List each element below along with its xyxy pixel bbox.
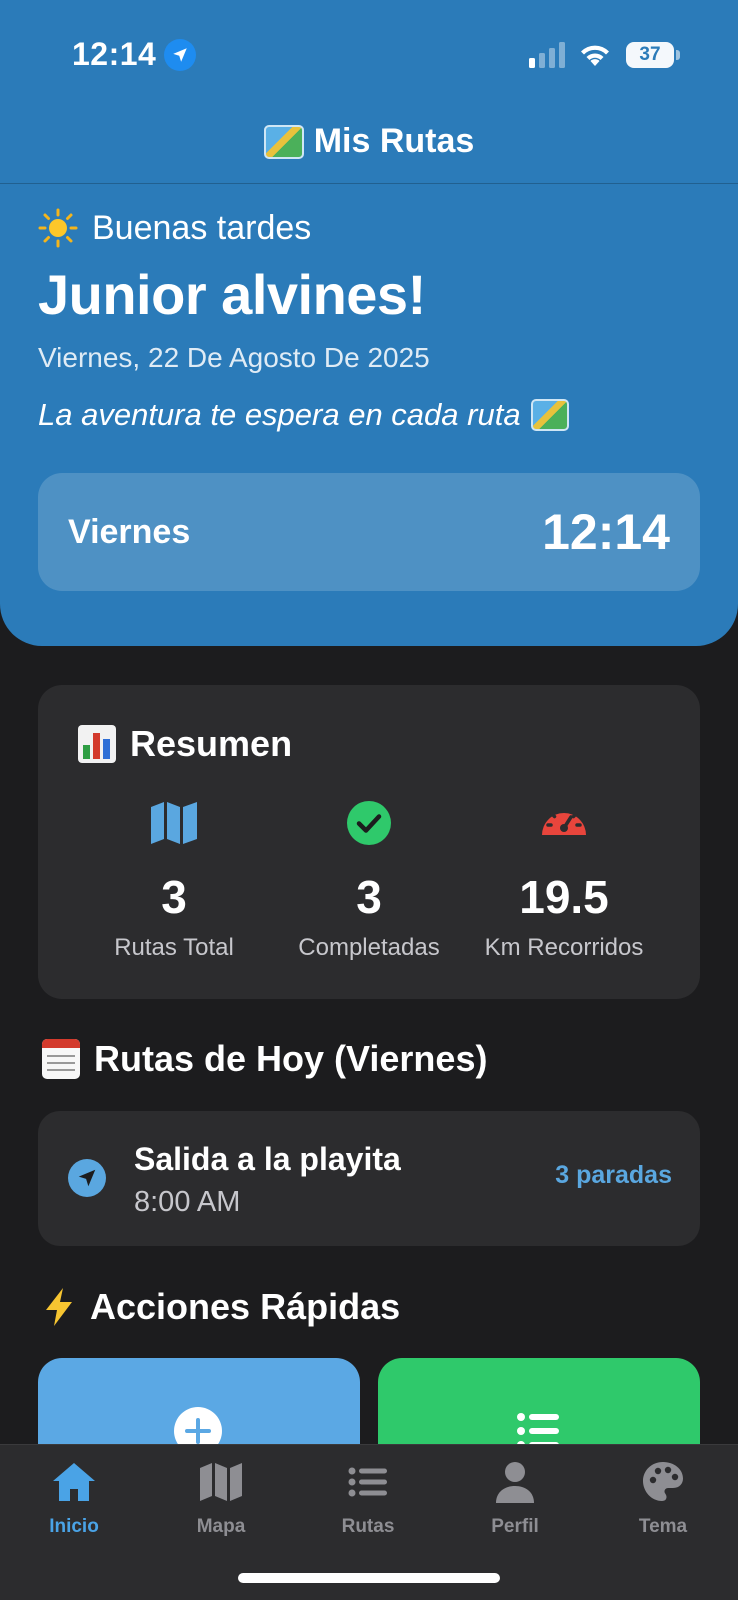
list-icon: [348, 1467, 387, 1497]
home-icon: [53, 1463, 95, 1501]
current-date: Viernes, 22 De Agosto De 2025: [38, 342, 430, 373]
user-name: Junior alvines!: [38, 263, 426, 326]
stat-completed: 3 Completadas: [269, 797, 469, 962]
sun-emoji-icon: [38, 208, 78, 248]
palette-icon: [643, 1462, 683, 1501]
quick-actions-title-text: Acciones Rápidas: [90, 1286, 401, 1327]
tab-label: Perfil: [491, 1516, 539, 1537]
world-map-emoji-icon: [530, 399, 569, 431]
summary-title-text: Resumen: [130, 723, 293, 764]
person-icon: [496, 1462, 534, 1503]
calendar-emoji-icon: [42, 1039, 80, 1079]
stat-value: 19.5: [519, 871, 609, 923]
battery-level: 37: [639, 44, 661, 65]
tab-tema[interactable]: Tema: [603, 1459, 723, 1538]
tab-label: Mapa: [196, 1516, 246, 1537]
location-arrow-icon: [164, 39, 196, 71]
today-routes-title-text: Rutas de Hoy (Viernes): [94, 1038, 488, 1079]
status-time: 12:14: [72, 36, 157, 72]
stat-label: Km Recorridos: [484, 934, 644, 961]
stat-value: 3: [161, 871, 187, 923]
summary-title: Resumen: [78, 723, 292, 765]
stat-value: 3: [356, 871, 382, 923]
day-time-card: Viernes 12:14: [38, 473, 700, 591]
header-banner: 12:14 37 Mis Rutas Buenas tardes Junior …: [0, 0, 738, 646]
stat-label: Completadas: [298, 934, 440, 961]
nav-divider: [0, 183, 738, 184]
tagline-text: La aventura te espera en cada ruta: [38, 397, 521, 432]
check-circle-icon: [347, 801, 391, 845]
tagline: La aventura te espera en cada ruta: [38, 397, 569, 433]
tab-perfil[interactable]: Perfil: [455, 1459, 575, 1538]
stat-km: 19.5 Km Recorridos: [464, 797, 664, 962]
greeting: Buenas tardes: [38, 208, 311, 248]
page-title-text: Mis Rutas: [313, 122, 475, 160]
map-icon: [200, 1463, 242, 1501]
battery-nub: [676, 50, 680, 60]
route-stops-count: 3 paradas: [555, 1161, 672, 1189]
route-card[interactable]: Salida a la playita 8:00 AM 3 paradas: [38, 1111, 700, 1246]
status-bar: 12:14 37: [0, 0, 738, 110]
navigation-arrow-icon: [68, 1159, 106, 1197]
route-name: Salida a la playita: [134, 1141, 401, 1177]
world-map-emoji-icon: [263, 124, 304, 159]
tab-mapa[interactable]: Mapa: [161, 1459, 281, 1538]
speedometer-icon: [542, 806, 586, 835]
tab-rutas[interactable]: Rutas: [308, 1459, 428, 1538]
route-time: 8:00 AM: [134, 1186, 241, 1218]
bar-chart-emoji-icon: [78, 725, 116, 763]
home-indicator[interactable]: [238, 1573, 500, 1583]
wifi-icon: [581, 45, 609, 66]
stat-total-routes: 3 Rutas Total: [74, 797, 274, 962]
tab-label: Tema: [638, 1516, 688, 1537]
clock-label: 12:14: [542, 504, 670, 560]
today-routes-title: Rutas de Hoy (Viernes): [42, 1038, 487, 1080]
greeting-text: Buenas tardes: [92, 208, 312, 247]
quick-actions-title: Acciones Rápidas: [42, 1286, 400, 1328]
lightning-emoji-icon: [46, 1288, 72, 1326]
stat-label: Rutas Total: [114, 934, 234, 961]
page-title: Mis Rutas: [0, 122, 738, 161]
tab-inicio[interactable]: Inicio: [14, 1459, 134, 1538]
tab-label: Inicio: [49, 1516, 99, 1537]
map-icon: [151, 802, 197, 844]
cellular-signal-icon: [529, 42, 565, 68]
battery-icon: 37: [626, 42, 674, 68]
day-label: Viernes: [68, 513, 191, 551]
summary-card: Resumen 3 Rutas Total 3 Completadas 19.5…: [38, 685, 700, 999]
tab-label: Rutas: [341, 1516, 395, 1537]
